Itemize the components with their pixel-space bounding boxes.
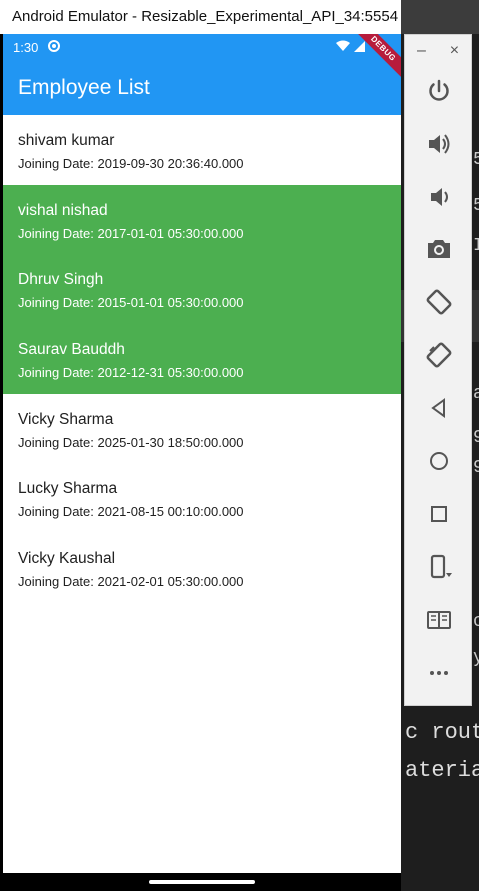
emulator-window: Android Emulator - Resizable_Experimenta… — [0, 0, 401, 891]
status-bar: 1:30 DEBUG — [3, 34, 401, 83]
notification-icon — [48, 40, 61, 55]
employee-list-item[interactable]: shivam kumar Joining Date: 2019-09-30 20:… — [3, 115, 401, 185]
rotate-left-button[interactable] — [405, 282, 473, 322]
gesture-handle[interactable] — [149, 880, 255, 884]
employee-joining-date: Joining Date: 2017-01-01 05:30:00.000 — [18, 225, 244, 241]
overview-icon — [431, 506, 447, 522]
snapshot-button[interactable] — [405, 600, 473, 640]
rotate-right-button[interactable] — [405, 335, 473, 375]
screenshot-button[interactable] — [405, 229, 473, 269]
emulator-toolbar: – × — [404, 34, 472, 706]
employee-name: vishal nishad — [18, 201, 108, 219]
navigation-bar — [3, 873, 401, 891]
power-button[interactable] — [405, 71, 473, 111]
status-time: 1:30 — [13, 40, 39, 55]
employee-list-item[interactable]: Saurav Bauddh Joining Date: 2012-12-31 05… — [3, 324, 401, 394]
more-button[interactable] — [405, 653, 473, 693]
terminal-glyph: 9 — [473, 428, 479, 448]
terminal-line: c route — [405, 720, 479, 745]
volume-down-button[interactable] — [405, 177, 473, 217]
employee-list-item[interactable]: Lucky Sharma Joining Date: 2021-08-15 00:… — [3, 463, 401, 533]
terminal-glyph: 5 — [473, 150, 479, 170]
app-bar-title: Employee List — [3, 61, 401, 115]
terminal-glyph: c — [473, 612, 479, 632]
employee-name: Saurav Bauddh — [18, 341, 125, 359]
terminal-glyph: 9 — [473, 458, 479, 478]
employee-list: shivam kumar Joining Date: 2019-09-30 20:… — [3, 115, 401, 603]
toolbar-window-controls: – × — [405, 35, 471, 67]
overview-button[interactable] — [405, 494, 473, 534]
employee-list-item[interactable]: Dhruv Singh Joining Date: 2015-01-01 05:3… — [3, 254, 401, 325]
fold-button[interactable] — [405, 547, 473, 587]
employee-joining-date: Joining Date: 2015-01-01 05:30:00.000 — [18, 295, 244, 311]
snapshot-icon — [427, 611, 451, 629]
home-button[interactable] — [405, 441, 473, 481]
power-icon — [429, 79, 449, 101]
desktop: 5 5 I a 9 9 c y c route aterial Android … — [0, 0, 479, 891]
employee-name: Dhruv Singh — [18, 271, 104, 289]
employee-joining-date: Joining Date: 2012-12-31 05:30:00.000 — [18, 365, 244, 381]
employee-name: shivam kumar — [18, 132, 115, 149]
back-button[interactable] — [405, 388, 473, 428]
window-title[interactable]: Android Emulator - Resizable_Experimenta… — [0, 0, 401, 34]
volume-up-icon — [429, 134, 450, 154]
back-icon — [431, 398, 445, 418]
terminal-glyph: I — [473, 236, 479, 256]
employee-list-item[interactable]: Vicky Kaushal Joining Date: 2021-02-01 05… — [3, 533, 401, 603]
terminal-glyph: 5 — [473, 196, 479, 216]
employee-list-item[interactable]: vishal nishad Joining Date: 2017-01-01 05… — [3, 184, 401, 255]
employee-name: Lucky Sharma — [18, 480, 118, 498]
employee-name: Vicky Kaushal — [18, 550, 116, 568]
terminal-tab-band — [401, 0, 479, 34]
wifi-icon — [336, 40, 350, 55]
camera-icon — [428, 240, 450, 258]
minimize-button[interactable]: – — [417, 42, 426, 60]
more-icon — [430, 671, 448, 675]
rotate-left-icon — [426, 289, 452, 315]
terminal-glyph: a — [473, 384, 479, 404]
volume-down-icon — [431, 188, 448, 206]
employee-name: Vicky Sharma — [18, 410, 114, 428]
fold-icon — [430, 554, 452, 579]
employee-joining-date: Joining Date: 2025-01-30 18:50:00.000 — [18, 434, 244, 450]
home-icon — [430, 452, 448, 470]
rotate-right-icon — [426, 342, 452, 368]
terminal-glyph: y — [473, 648, 479, 668]
employee-joining-date: Joining Date: 2019-09-30 20:36:40.000 — [18, 156, 244, 171]
employee-joining-date: Joining Date: 2021-08-15 00:10:00.000 — [18, 504, 244, 520]
signal-icon — [354, 40, 365, 55]
phone-screen: 1:30 DEBUG Employee List shivam kumar Joi… — [3, 34, 401, 891]
close-button[interactable]: × — [450, 42, 459, 60]
terminal-line: aterial — [405, 758, 479, 783]
employee-joining-date: Joining Date: 2021-02-01 05:30:00.000 — [18, 574, 244, 590]
volume-up-button[interactable] — [405, 124, 473, 164]
employee-list-item[interactable]: Vicky Sharma Joining Date: 2025-01-30 18:… — [3, 394, 401, 464]
